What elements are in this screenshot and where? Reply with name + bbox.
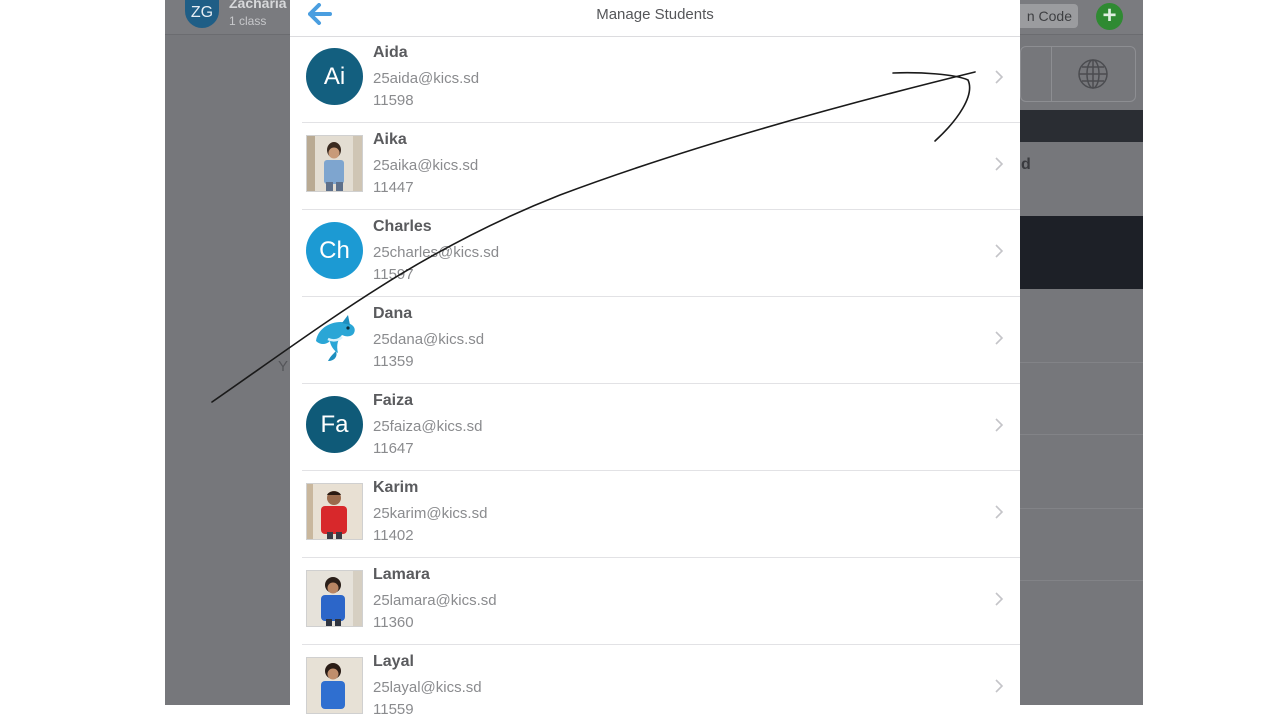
student-row-faiza[interactable]: Fa Faiza 25faiza@kics.sd 11647 xyxy=(290,384,1020,471)
view-toggle-group[interactable] xyxy=(1020,46,1136,102)
student-id: 11447 xyxy=(373,179,414,196)
chevron-right-icon xyxy=(995,679,1004,693)
student-row-charles[interactable]: Ch Charles 25charles@kics.sd 11597 xyxy=(290,210,1020,297)
chevron-right-icon xyxy=(995,70,1004,84)
student-name: Charles xyxy=(373,218,432,235)
student-name: Aika xyxy=(373,131,407,148)
divider xyxy=(1020,580,1143,581)
student-name: Dana xyxy=(373,305,413,322)
student-email: 25lamara@kics.sd xyxy=(373,592,497,609)
student-id: 11598 xyxy=(373,92,414,109)
student-id: 11402 xyxy=(373,527,414,544)
avatar xyxy=(306,135,363,192)
divider xyxy=(1020,508,1143,509)
divider xyxy=(1020,362,1143,363)
student-row-aida[interactable]: Ai Aida 25aida@kics.sd 11598 xyxy=(290,36,1020,123)
chevron-right-icon xyxy=(995,331,1004,345)
student-row-aika[interactable]: Aika 25aika@kics.sd 11447 xyxy=(290,123,1020,210)
student-email: 25faiza@kics.sd xyxy=(373,418,483,435)
student-email: 25layal@kics.sd xyxy=(373,679,482,696)
user-class-count: 1 class xyxy=(229,14,267,28)
background-folder-tile[interactable] xyxy=(1020,216,1143,289)
student-photo xyxy=(307,136,362,191)
chevron-right-icon xyxy=(995,244,1004,258)
student-email: 25dana@kics.sd xyxy=(373,331,485,348)
student-id: 11559 xyxy=(373,701,414,718)
student-name: Layal xyxy=(373,653,414,670)
avatar xyxy=(306,483,363,540)
student-list: Ai Aida 25aida@kics.sd 11598 Aika 25aika… xyxy=(290,36,1020,720)
chevron-right-icon xyxy=(995,505,1004,519)
student-name: Aida xyxy=(373,44,408,61)
avatar xyxy=(306,570,363,627)
student-name: Karim xyxy=(373,479,419,496)
student-email: 25aida@kics.sd xyxy=(373,70,480,87)
student-row-lamara[interactable]: Lamara 25lamara@kics.sd 11360 xyxy=(290,558,1020,645)
student-id: 11647 xyxy=(373,440,414,457)
student-email: 25aika@kics.sd xyxy=(373,157,479,174)
avatar xyxy=(306,657,363,714)
avatar: Ch xyxy=(306,222,363,279)
background-text-fragment: d xyxy=(1021,156,1031,173)
manage-students-panel: Manage Students Ai Aida 25aida@kics.sd 1… xyxy=(290,0,1020,720)
avatar: Ai xyxy=(306,48,363,105)
student-row-karim[interactable]: Karim 25karim@kics.sd 11402 xyxy=(290,471,1020,558)
user-name: Zacharia xyxy=(229,0,287,11)
student-photo xyxy=(307,658,362,713)
student-name: Faiza xyxy=(373,392,414,409)
student-email: 25charles@kics.sd xyxy=(373,244,500,261)
student-photo xyxy=(307,484,362,539)
dolphin-icon xyxy=(316,315,355,361)
student-photo xyxy=(307,571,362,626)
background-header-strip xyxy=(1020,110,1143,142)
join-code-button[interactable]: n Code xyxy=(1013,4,1078,28)
toggle-divider xyxy=(1051,47,1052,101)
page-title: Manage Students xyxy=(596,6,714,23)
student-row-dana[interactable]: Dana 25dana@kics.sd 11359 xyxy=(290,297,1020,384)
avatar: Fa xyxy=(306,396,363,453)
background-text-fragment: Y xyxy=(278,358,289,375)
student-id: 11597 xyxy=(373,266,414,283)
divider xyxy=(1020,434,1143,435)
student-row-layal[interactable]: Layal 25layal@kics.sd 11559 xyxy=(290,645,1020,720)
chevron-right-icon xyxy=(995,592,1004,606)
user-avatar: ZG xyxy=(185,0,219,28)
chevron-right-icon xyxy=(995,157,1004,171)
student-id: 11360 xyxy=(373,614,414,631)
student-id: 11359 xyxy=(373,353,414,370)
chevron-right-icon xyxy=(995,418,1004,432)
student-email: 25karim@kics.sd xyxy=(373,505,488,522)
plus-circle-icon[interactable]: + xyxy=(1096,3,1123,30)
panel-header: Manage Students xyxy=(290,0,1020,37)
student-name: Lamara xyxy=(373,566,430,583)
globe-icon[interactable] xyxy=(1077,58,1109,90)
